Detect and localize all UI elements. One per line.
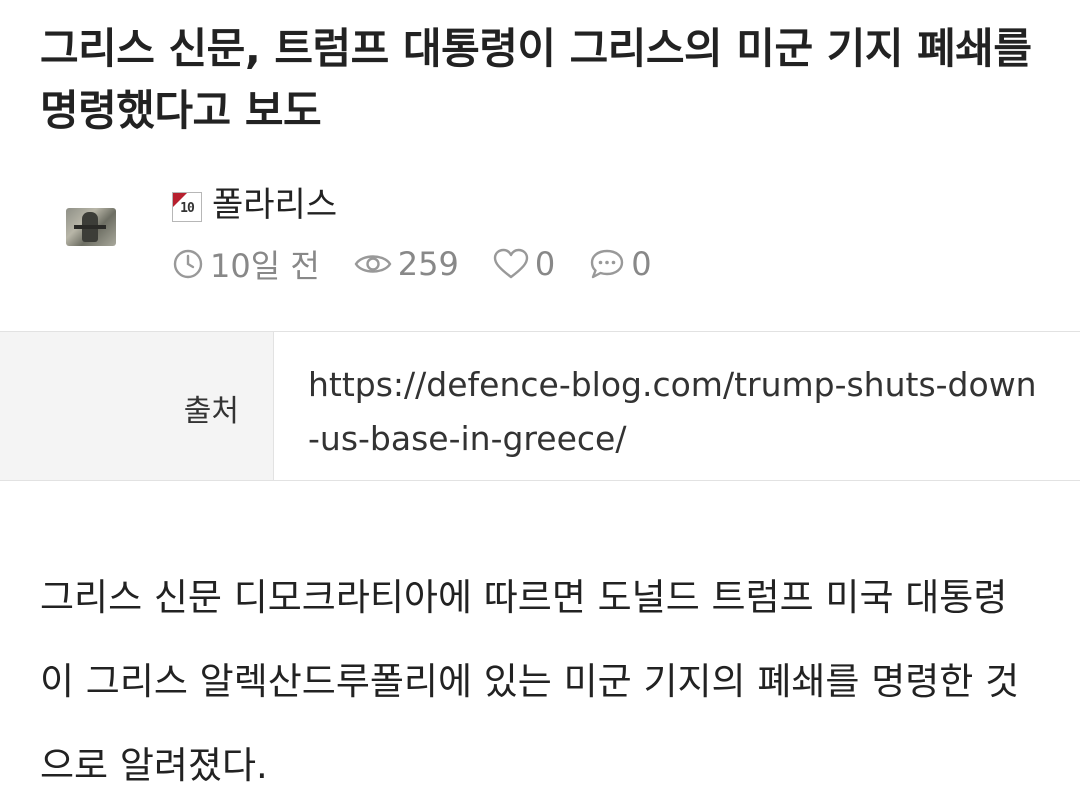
like-count[interactable]: 0 — [493, 245, 555, 283]
source-link[interactable]: https://defence-blog.com/trump-shuts-dow… — [308, 358, 1048, 466]
level-badge-icon: 10 — [172, 192, 202, 222]
author-name[interactable]: 폴라리스 — [212, 182, 337, 228]
avatar-detail — [74, 225, 106, 229]
clock-icon — [173, 249, 203, 279]
comment-bubble-icon — [591, 249, 624, 279]
avatar[interactable] — [66, 208, 116, 246]
source-label-cell: 출처 — [0, 332, 274, 480]
article-body: 그리스 신문 디모크라티아에 따르면 도널드 트럼프 미국 대통령이 그리스 알… — [40, 576, 1020, 787]
comment-count[interactable]: 0 — [589, 245, 652, 283]
source-link-cell: https://defence-blog.com/trump-shuts-dow… — [274, 332, 1080, 480]
posted-time: 10일 전 — [172, 241, 320, 287]
view-count-text: 259 — [397, 245, 459, 283]
source-label: 출처 — [183, 394, 239, 429]
view-count: 259 — [354, 245, 459, 283]
posted-time-text: 10일 전 — [210, 247, 320, 285]
like-count-text: 0 — [534, 245, 556, 283]
level-number: 10 — [180, 201, 195, 216]
source-box: 출처 https://defence-blog.com/trump-shuts-… — [0, 331, 1080, 481]
eye-icon — [354, 255, 392, 273]
article-title: 그리스 신문, 트럼프 대통령이 그리스의 미군 기지 폐쇄를 명령했다고 보도 — [40, 24, 1032, 135]
heart-icon — [493, 248, 529, 279]
author-meta: 10 폴라리스 10일 전 259 0 0 — [0, 180, 1080, 300]
comment-count-text: 0 — [631, 245, 652, 283]
article-stats: 10일 전 259 0 0 — [172, 242, 686, 286]
